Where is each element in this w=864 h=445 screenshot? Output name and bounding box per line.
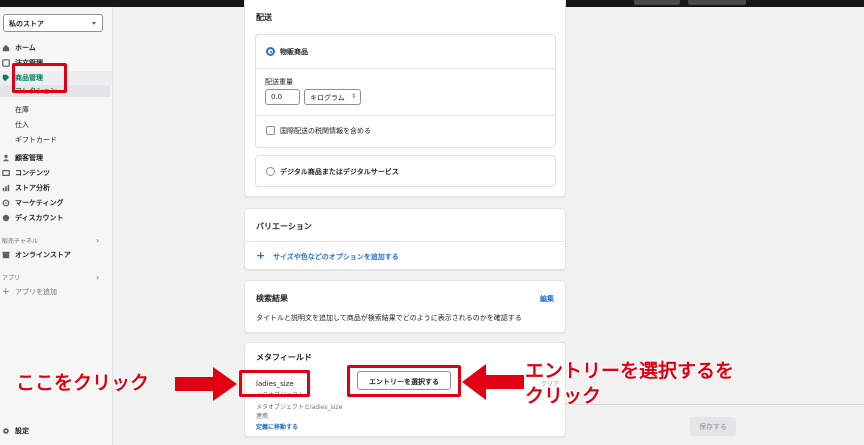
shipping-title: 配送	[256, 13, 272, 22]
chevron-right-icon: ›	[96, 273, 100, 282]
select-arrows-icon: ⇕	[350, 93, 356, 100]
apps-header[interactable]: アプリ ›	[2, 273, 99, 282]
chevron-right-icon: ›	[96, 236, 100, 245]
sidebar-item-analytics[interactable]: ストア分析	[0, 181, 112, 195]
store-selector[interactable]: 私のストア	[3, 14, 103, 32]
metafield-description: メタオブジェクトとladies_size	[256, 404, 343, 411]
entry-button-highlight-box	[347, 365, 461, 397]
sidebar-item-label: オンラインストア	[15, 251, 71, 259]
digital-product-radio[interactable]	[266, 167, 275, 176]
discount-icon	[2, 214, 10, 222]
seo-title: 検索結果	[256, 294, 288, 303]
sidebar-item-discounts[interactable]: ディスカウント	[0, 211, 112, 225]
add-options-link[interactable]: サイズや色などのオプションを追加する	[273, 252, 399, 262]
customs-checkbox[interactable]	[266, 126, 275, 135]
plus-icon[interactable]: +	[256, 249, 265, 262]
top-bar-control[interactable]	[634, 0, 680, 5]
metafields-title: メタフィールド	[256, 353, 312, 362]
select-entry-annotation-line2: クリック	[525, 385, 602, 407]
shipping-card: 配送 物販商品 配送重量 0.0 キログラム ⇕ 国際配送の税関情報を含める デ…	[244, 0, 566, 197]
physical-product-label: 物販商品	[280, 48, 308, 56]
target-icon	[2, 199, 10, 207]
bar-chart-icon	[2, 184, 10, 192]
arrow-left-icon	[462, 364, 524, 400]
seo-card: 検索結果 編集 タイトルと説明文を追加して商品が検索結果でどのように表示されるの…	[244, 280, 566, 333]
metafield-key-highlight-box	[239, 370, 310, 397]
sidebar-item-label: 設定	[15, 427, 29, 435]
chevron-down-icon	[92, 22, 96, 25]
home-icon	[2, 44, 10, 52]
sidebar-item-marketing[interactable]: マーケティング	[0, 196, 112, 210]
weight-input[interactable]: 0.0	[265, 89, 300, 105]
tag-icon	[2, 74, 10, 82]
go-to-definition-link[interactable]: 定義に移動する	[256, 422, 298, 431]
sidebar-item-label: マーケティング	[15, 199, 64, 207]
sidebar-item-label: アプリを追加	[15, 288, 57, 296]
top-bar-control-2[interactable]	[688, 0, 746, 5]
orders-icon	[2, 59, 10, 67]
save-button[interactable]: 保存する	[690, 417, 736, 436]
content-icon	[2, 170, 10, 176]
sidebar-item-label: コンテンツ	[15, 169, 50, 177]
products-highlight-box	[12, 63, 67, 93]
sidebar-item-online-store[interactable]: オンラインストア	[0, 248, 112, 262]
seo-edit-link[interactable]: 編集	[540, 294, 554, 304]
sidebar-item-label: ストア分析	[15, 184, 50, 192]
divider	[256, 115, 555, 116]
person-icon	[2, 154, 10, 162]
customs-label: 国際配送の税関情報を含める	[280, 127, 371, 135]
arrow-right-icon	[175, 367, 237, 401]
store-icon	[2, 251, 10, 259]
gear-icon	[3, 428, 9, 434]
click-here-annotation: ここをクリック	[16, 372, 150, 394]
select-entry-annotation-line1: エントリーを選択するを	[525, 360, 735, 382]
seo-description: タイトルと説明文を追加して商品が検索結果でどのように表示されるのかを確認する	[256, 314, 522, 322]
sidebar-item-label: ホーム	[15, 44, 36, 52]
metafield-description-2: 連携	[256, 413, 269, 420]
sidebar-item-label: 顧客管理	[15, 154, 43, 162]
sidebar-subitem-gift-cards[interactable]: ギフトカード	[15, 135, 57, 145]
save-bar-divider	[566, 404, 864, 405]
digital-product-box: デジタル商品またはデジタルサービス	[255, 155, 556, 187]
weight-unit-select[interactable]: キログラム ⇕	[304, 89, 361, 105]
store-name: 私のストア	[9, 20, 44, 28]
weight-label: 配送重量	[265, 78, 293, 86]
physical-product-radio[interactable]	[266, 47, 275, 56]
sidebar-item-add-app[interactable]: + アプリを追加	[0, 285, 112, 299]
digital-product-label: デジタル商品またはデジタルサービス	[280, 168, 399, 176]
divider	[256, 68, 555, 69]
variations-title: バリエーション	[256, 222, 312, 231]
sidebar-item-content[interactable]: コンテンツ	[0, 166, 112, 180]
physical-product-box: 物販商品 配送重量 0.0 キログラム ⇕ 国際配送の税関情報を含める	[255, 34, 556, 148]
sidebar-item-customers[interactable]: 顧客管理	[0, 151, 112, 165]
sidebar-item-home[interactable]: ホーム	[0, 41, 112, 55]
variations-card: バリエーション + サイズや色などのオプションを追加する	[244, 208, 566, 270]
sales-channels-header[interactable]: 販売チャネル ›	[2, 236, 99, 245]
plus-icon: +	[2, 287, 10, 297]
sidebar-subitem-inventory[interactable]: 在庫	[15, 105, 29, 115]
divider	[245, 241, 565, 242]
sidebar-item-label: ディスカウント	[15, 214, 64, 222]
sidebar-subitem-purchase-orders[interactable]: 仕入	[15, 120, 29, 130]
weight-unit-value: キログラム	[310, 94, 345, 102]
sidebar-item-settings[interactable]: 設定	[0, 424, 112, 438]
section-label: 販売チャネル	[2, 238, 38, 245]
section-label: アプリ	[2, 275, 21, 282]
